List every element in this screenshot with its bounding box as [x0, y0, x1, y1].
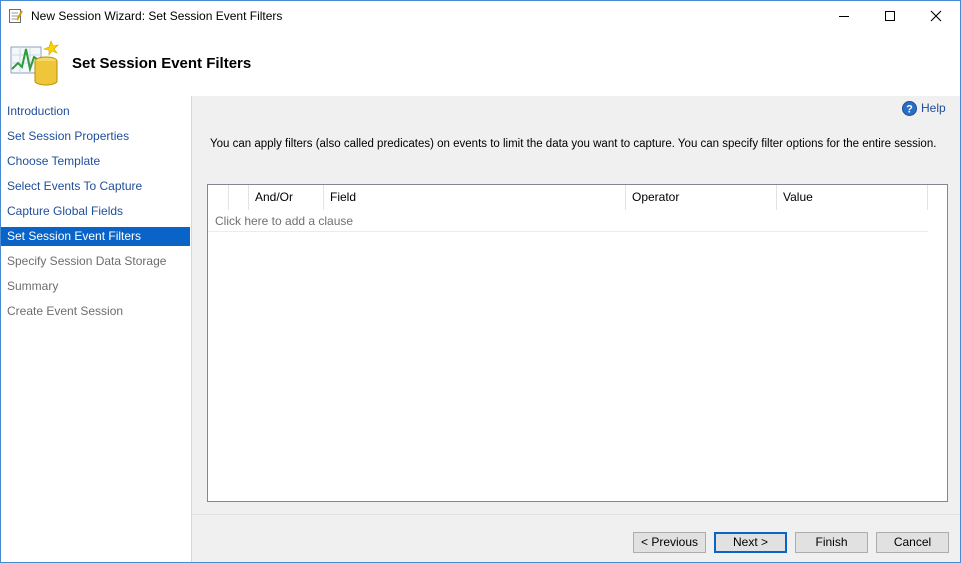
- finish-button[interactable]: Finish: [795, 532, 868, 553]
- extended-events-database-icon: [10, 39, 60, 87]
- sidebar-item-create-event-session: Create Event Session: [7, 304, 124, 318]
- filter-predicate-grid[interactable]: And/Or Field Operator Value Click here t…: [207, 184, 948, 502]
- grid-header: And/Or Field Operator Value: [208, 185, 928, 210]
- cancel-button[interactable]: Cancel: [876, 532, 949, 553]
- page-title: Set Session Event Filters: [72, 55, 252, 72]
- window-title: New Session Wizard: Set Session Event Fi…: [31, 9, 283, 23]
- row-selector-column: [208, 185, 229, 210]
- main-content: ? Help You can apply filters (also calle…: [192, 96, 960, 514]
- wizard-step-sidebar: Introduction Set Session Properties Choo…: [1, 96, 192, 562]
- maximize-button[interactable]: [867, 1, 913, 31]
- minimize-button[interactable]: [821, 1, 867, 31]
- row-indicator-column: [229, 185, 249, 210]
- wizard-header: Set Session Event Filters: [1, 31, 960, 96]
- add-clause-row[interactable]: Click here to add a clause: [208, 210, 928, 232]
- sidebar-item-set-session-event-filters[interactable]: Set Session Event Filters: [1, 227, 190, 246]
- sidebar-item-introduction[interactable]: Introduction: [1, 102, 190, 121]
- filter-description: You can apply filters (also called predi…: [210, 138, 937, 150]
- wizard-window: New Session Wizard: Set Session Event Fi…: [0, 0, 961, 563]
- column-header-value[interactable]: Value: [777, 185, 928, 210]
- sidebar-item-capture-global-fields[interactable]: Capture Global Fields: [1, 202, 190, 221]
- help-label: Help: [921, 101, 946, 115]
- wizard-app-icon: [9, 8, 23, 24]
- help-icon: ?: [902, 101, 917, 116]
- sidebar-item-summary: Summary: [7, 279, 59, 293]
- sidebar-item-specify-session-data-storage: Specify Session Data Storage: [7, 254, 167, 268]
- sidebar-item-choose-template[interactable]: Choose Template: [1, 152, 190, 171]
- wizard-footer: < Previous Next > Finish Cancel: [192, 514, 960, 562]
- maximize-icon: [885, 11, 895, 21]
- close-button[interactable]: [913, 1, 959, 31]
- help-link[interactable]: ? Help: [902, 101, 960, 117]
- close-icon: [930, 10, 942, 22]
- next-button[interactable]: Next >: [714, 532, 787, 553]
- minimize-icon: [839, 16, 849, 17]
- sidebar-item-set-session-properties[interactable]: Set Session Properties: [1, 127, 190, 146]
- column-header-field[interactable]: Field: [324, 185, 626, 210]
- column-header-operator[interactable]: Operator: [626, 185, 777, 210]
- svg-text:?: ?: [906, 104, 913, 116]
- column-header-and-or[interactable]: And/Or: [249, 185, 324, 210]
- sidebar-item-select-events-to-capture[interactable]: Select Events To Capture: [1, 177, 190, 196]
- title-bar: New Session Wizard: Set Session Event Fi…: [1, 1, 960, 31]
- previous-button[interactable]: < Previous: [633, 532, 706, 553]
